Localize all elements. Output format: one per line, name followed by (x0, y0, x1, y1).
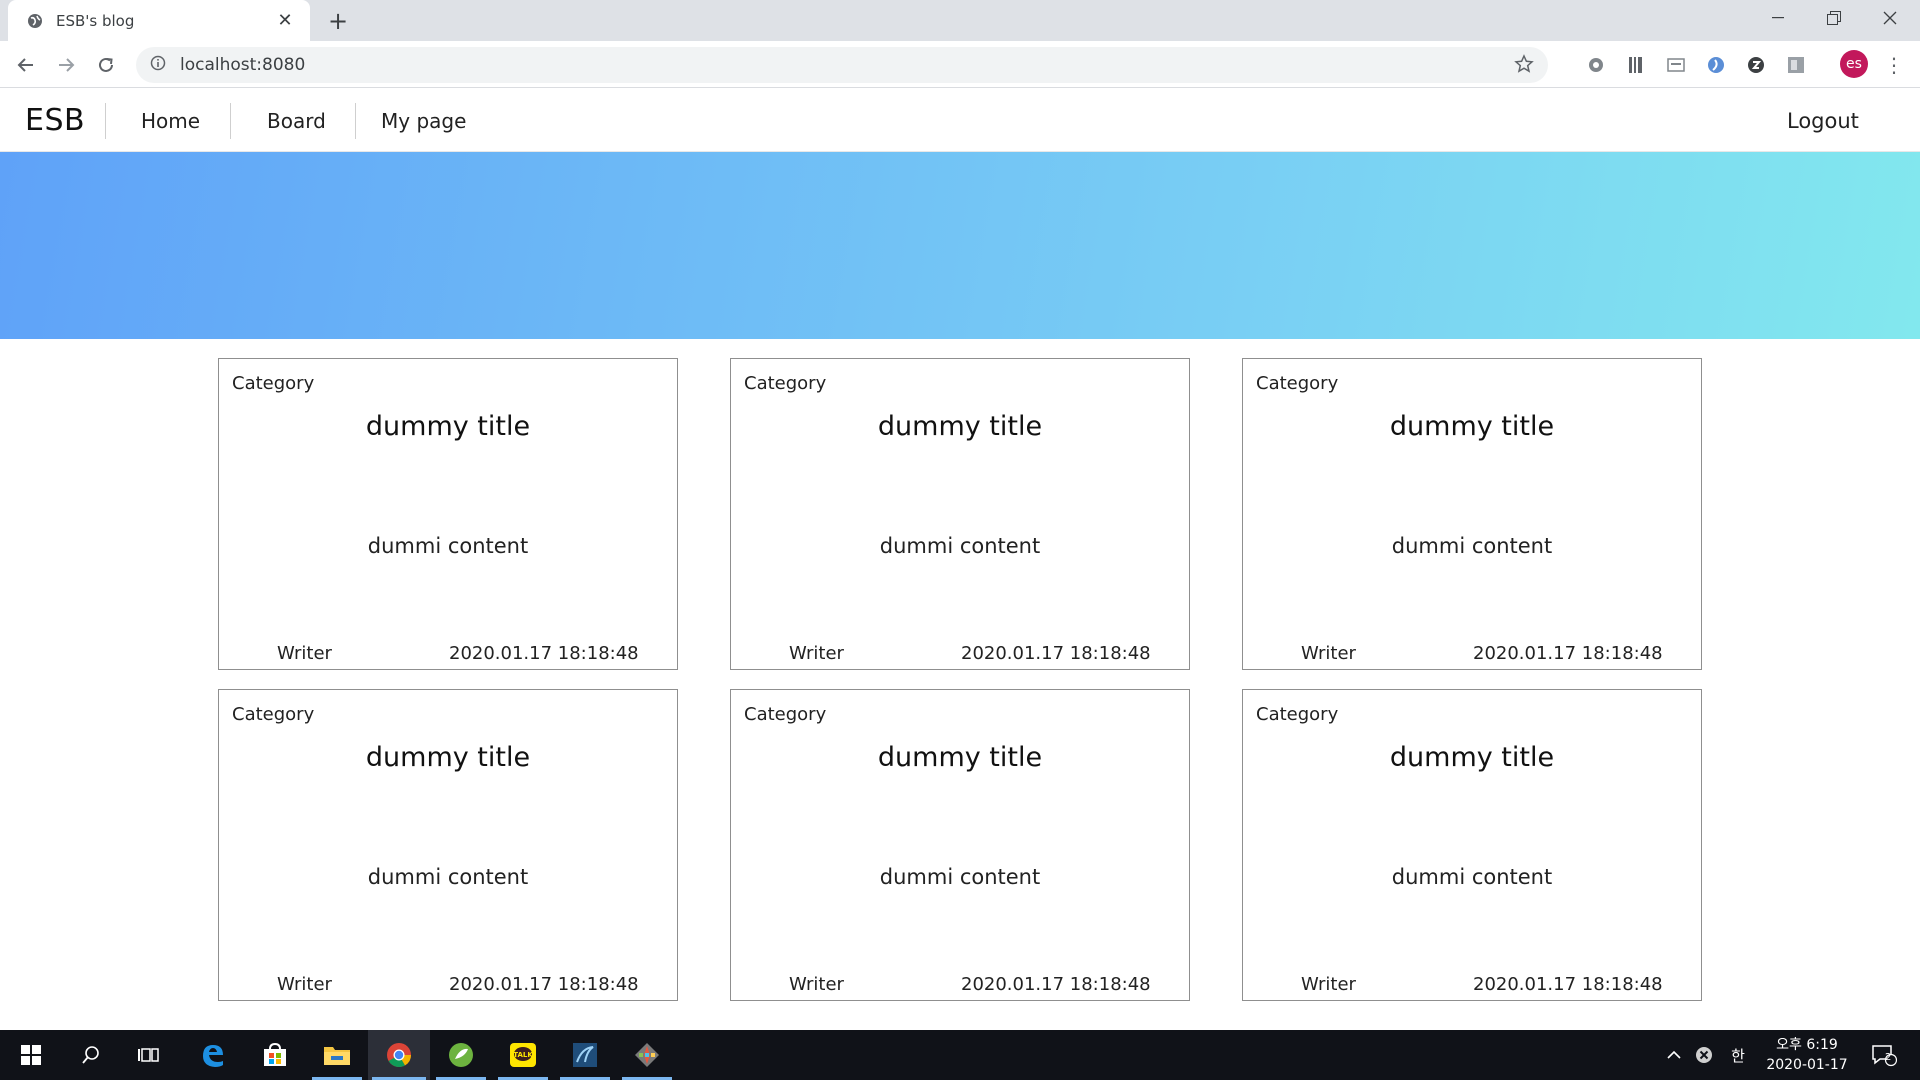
windows-taskbar: TALK 한 오후 6:19 2020-01-17 2 (0, 1030, 1920, 1080)
clock-date: 2020-01-17 (1766, 1057, 1848, 1073)
post-card[interactable]: Category dummy title dummi content Write… (218, 358, 678, 670)
hero-banner (0, 152, 1920, 339)
network-disconnected-icon[interactable] (1690, 1030, 1718, 1080)
extension-window-icon[interactable] (1664, 53, 1688, 77)
site-brand[interactable]: ESB (25, 103, 85, 138)
show-hidden-icons-chevron-icon[interactable] (1660, 1030, 1688, 1080)
close-tab-icon[interactable]: ✕ (274, 10, 296, 32)
card-writer: Writer (1301, 643, 1356, 664)
forward-arrow-icon[interactable] (50, 49, 82, 81)
bookmark-star-icon[interactable] (1514, 54, 1534, 78)
card-date: 2020.01.17 18:18:48 (449, 974, 639, 995)
back-arrow-icon[interactable] (10, 49, 42, 81)
card-category: Category (744, 373, 827, 394)
browser-toolbar: localhost:8080 es ⋮ (0, 41, 1920, 88)
card-writer: Writer (789, 643, 844, 664)
mysql-workbench-icon[interactable] (554, 1030, 616, 1080)
post-card[interactable]: Category dummy title dummi content Write… (1242, 689, 1702, 1001)
card-title: dummy title (365, 411, 531, 442)
kakaotalk-icon[interactable]: TALK (492, 1030, 554, 1080)
site-navbar: ESB Home Board My page Logout (0, 89, 1920, 152)
card-category: Category (1256, 373, 1339, 394)
card-category: Category (232, 373, 315, 394)
card-content: dummi content (367, 534, 529, 558)
address-bar[interactable]: localhost:8080 (136, 47, 1548, 83)
edge-browser-icon[interactable] (182, 1030, 244, 1080)
card-title: dummy title (877, 742, 1043, 773)
globe-icon (26, 12, 44, 30)
chrome-icon[interactable] (368, 1030, 430, 1080)
post-card[interactable]: Category dummy title dummi content Write… (730, 689, 1190, 1001)
search-icon[interactable] (60, 1030, 122, 1080)
notifications-icon[interactable]: 2 (1864, 1030, 1904, 1080)
browser-tab-strip: ESB's blog ✕ + (0, 0, 1920, 41)
extension-image-icon[interactable] (1784, 53, 1808, 77)
minimize-icon[interactable] (1750, 0, 1806, 36)
card-writer: Writer (277, 974, 332, 995)
ime-indicator[interactable]: 한 (1724, 1030, 1752, 1080)
nav-board-link[interactable]: Board (267, 109, 326, 133)
restore-icon[interactable] (1806, 0, 1862, 36)
url-text: localhost:8080 (180, 55, 306, 75)
card-writer: Writer (1301, 974, 1356, 995)
card-title: dummy title (1389, 411, 1555, 442)
card-writer: Writer (789, 974, 844, 995)
sourcetree-icon[interactable] (616, 1030, 678, 1080)
card-content: dummi content (879, 534, 1041, 558)
info-icon[interactable] (150, 55, 166, 75)
browser-menu-icon[interactable]: ⋮ (1882, 51, 1906, 79)
close-window-icon[interactable] (1862, 0, 1918, 36)
reload-icon[interactable] (90, 49, 122, 81)
post-card[interactable]: Category dummy title dummi content Write… (1242, 358, 1702, 670)
nav-divider (355, 103, 356, 139)
notification-count-badge: 2 (1885, 1052, 1892, 1063)
nav-mypage-link[interactable]: My page (381, 109, 466, 133)
card-category: Category (232, 704, 315, 725)
card-category: Category (1256, 704, 1339, 725)
spring-tool-icon[interactable] (430, 1030, 492, 1080)
card-content: dummi content (367, 865, 529, 889)
store-icon[interactable] (244, 1030, 306, 1080)
card-content: dummi content (879, 865, 1041, 889)
extension-shield-icon[interactable] (1744, 53, 1768, 77)
card-title: dummy title (877, 411, 1043, 442)
post-card[interactable]: Category dummy title dummi content Write… (730, 358, 1190, 670)
file-explorer-icon[interactable] (306, 1030, 368, 1080)
task-view-icon[interactable] (118, 1030, 180, 1080)
post-card[interactable]: Category dummy title dummi content Write… (218, 689, 678, 1001)
nav-divider (105, 103, 106, 139)
card-category: Category (744, 704, 827, 725)
card-date: 2020.01.17 18:18:48 (449, 643, 639, 664)
windows-start-icon[interactable] (0, 1030, 62, 1080)
card-title: dummy title (1389, 742, 1555, 773)
card-content: dummi content (1391, 534, 1553, 558)
browser-tab[interactable]: ESB's blog ✕ (8, 0, 310, 41)
card-date: 2020.01.17 18:18:48 (961, 974, 1151, 995)
nav-divider (230, 103, 231, 139)
card-content: dummi content (1391, 865, 1553, 889)
profile-avatar[interactable]: es (1840, 50, 1868, 78)
logout-link[interactable]: Logout (1787, 109, 1859, 133)
card-date: 2020.01.17 18:18:48 (1473, 974, 1663, 995)
nav-home-link[interactable]: Home (141, 109, 200, 133)
extension-barcode-icon[interactable] (1624, 53, 1648, 77)
tab-title: ESB's blog (56, 11, 135, 30)
extension-gear-icon[interactable] (1584, 53, 1608, 77)
new-tab-button[interactable]: + (324, 7, 352, 35)
svg-text:TALK: TALK (513, 1051, 533, 1059)
extension-wave-icon[interactable] (1704, 53, 1728, 77)
card-date: 2020.01.17 18:18:48 (1473, 643, 1663, 664)
card-writer: Writer (277, 643, 332, 664)
taskbar-clock[interactable]: 오후 6:19 2020-01-17 (1760, 1035, 1854, 1075)
card-date: 2020.01.17 18:18:48 (961, 643, 1151, 664)
card-title: dummy title (365, 742, 531, 773)
clock-time: 오후 6:19 (1776, 1037, 1838, 1053)
